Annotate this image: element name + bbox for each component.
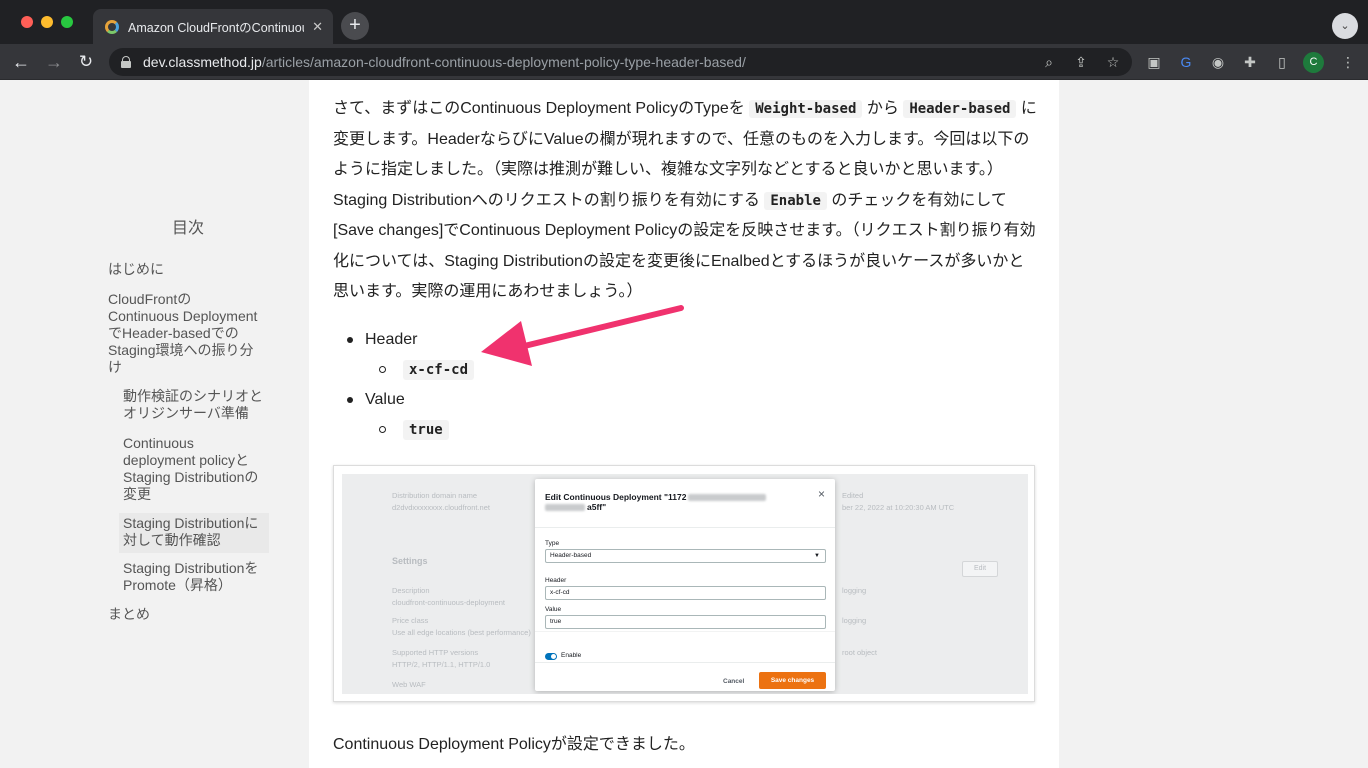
code-value-value: true: [403, 420, 449, 440]
toc-item-verify-active[interactable]: Staging Distributionに対して動作確認: [119, 513, 269, 553]
type-select[interactable]: Header-based ▼: [545, 549, 826, 563]
bg-text: logging: [842, 616, 867, 625]
after-text: Continuous Deployment Policyが設定できました。: [333, 736, 695, 753]
header-label: Header: [545, 577, 567, 584]
inline-code-weight-based: Weight-based: [749, 100, 863, 118]
bg-text: Supported HTTP versions: [392, 648, 479, 657]
enable-toggle[interactable]: [545, 653, 557, 660]
bullet-circle: [379, 366, 386, 373]
browser-tab[interactable]: Amazon CloudFrontのContinuous ✕: [93, 9, 333, 44]
url-path: /articles/amazon-cloudfront-continuous-d…: [261, 54, 746, 70]
bg-text: Edited: [842, 491, 864, 500]
zoom-icon[interactable]: ⌕: [1039, 52, 1059, 72]
new-tab-button[interactable]: +: [341, 12, 369, 40]
type-select-value: Header-based: [550, 552, 592, 559]
modal-divider: [535, 631, 835, 632]
toc-item-intro[interactable]: はじめに: [108, 261, 268, 278]
bg-text: Settings: [392, 556, 428, 566]
bg-text: root object: [842, 648, 878, 657]
profile-avatar[interactable]: C: [1303, 52, 1324, 73]
toc-item-header-based[interactable]: CloudFrontのContinuous DeploymentでHeader-…: [108, 291, 260, 376]
tab-search-button[interactable]: ⌄: [1332, 13, 1358, 39]
bookmark-star-icon[interactable]: ☆: [1103, 52, 1123, 72]
browser-toolbar: ← → ↻ dev.classmethod.jp/articles/amazon…: [0, 44, 1368, 80]
url-text[interactable]: dev.classmethod.jp/articles/amazon-cloud…: [143, 54, 746, 70]
lock-icon[interactable]: [121, 56, 131, 68]
bg-text: cloudfront-continuous-deployment: [392, 598, 505, 607]
site-favicon-icon: [105, 19, 119, 34]
paragraph-text-2: から: [866, 100, 899, 117]
puzzle-icon[interactable]: ✚: [1240, 52, 1260, 72]
modal-divider: [535, 662, 835, 663]
modal-divider: [535, 527, 835, 528]
bg-text: Use all edge locations (best performance…: [392, 628, 531, 637]
bg-text: ber 22, 2022 at 10:20:30 AM UTC: [842, 503, 955, 512]
toc-item-scenario[interactable]: 動作検証のシナリオとオリジンサーバ準備: [123, 388, 263, 422]
value-label: Value: [545, 606, 562, 613]
share-icon[interactable]: ⇪: [1071, 52, 1091, 72]
bg-text: Web WAF: [392, 680, 426, 689]
modal-title-suffix: a5ff": [587, 502, 607, 512]
translate-icon[interactable]: G: [1176, 52, 1196, 72]
redacted-id: [688, 494, 767, 502]
bg-text: Price class: [392, 616, 429, 625]
tab-bar: Amazon CloudFrontのContinuous ✕ + ⌄: [0, 0, 1368, 44]
password-icon[interactable]: ◉: [1208, 52, 1228, 72]
bullet-dot: [347, 397, 353, 403]
bg-text: d2dvdxxxxxxxx.cloudfront.net: [392, 503, 490, 512]
close-tab-icon[interactable]: ✕: [312, 19, 323, 35]
cancel-button[interactable]: Cancel: [723, 678, 744, 685]
enable-label: Enable: [561, 652, 582, 659]
toc-title: 目次: [172, 220, 205, 237]
bg-edit-button: Edit: [962, 561, 998, 577]
save-changes-button[interactable]: Save changes: [759, 672, 826, 689]
list-item-value: Value: [365, 391, 405, 408]
reload-icon[interactable]: ↻: [74, 50, 98, 74]
edit-deployment-modal: Edit Continuous Deployment "1172 a5ff" × …: [535, 479, 835, 691]
screenshot-figure: Distribution domain name d2dvdxxxxxxxx.c…: [333, 465, 1035, 702]
chevron-down-icon: ▼: [814, 553, 820, 559]
modal-close-icon[interactable]: ×: [818, 487, 825, 501]
bg-text: HTTP/2, HTTP/1.1, HTTP/1.0: [392, 660, 491, 669]
bg-text: Distribution domain name: [392, 491, 478, 500]
toc-item-policy-change[interactable]: Continuous deployment policyとStaging Dis…: [123, 435, 263, 503]
article-paragraph: さて、まずはこのContinuous Deployment PolicyのTyp…: [333, 94, 1037, 308]
inline-code-enable: Enable: [764, 191, 827, 210]
bullet-circle: [379, 426, 386, 433]
toc-item-promote[interactable]: Staging DistributionをPromote（昇格）: [123, 560, 263, 594]
toc-item-summary[interactable]: まとめ: [108, 606, 268, 623]
inline-code-header-based: Header-based: [903, 100, 1017, 118]
back-arrow-icon[interactable]: ←: [9, 50, 33, 74]
bg-text: Description: [392, 586, 430, 595]
list-item-header: Header: [365, 331, 418, 348]
address-bar[interactable]: dev.classmethod.jp/articles/amazon-cloud…: [109, 48, 1132, 76]
extension-icon[interactable]: ▣: [1144, 52, 1164, 72]
forward-arrow-icon[interactable]: →: [42, 50, 66, 74]
tab-title: Amazon CloudFrontのContinuous: [128, 21, 305, 35]
paragraph-text-1: さて、まずはこのContinuous Deployment PolicyのTyp…: [333, 100, 745, 117]
header-input[interactable]: x-cf-cd: [545, 586, 826, 600]
console-background: Distribution domain name d2dvdxxxxxxxx.c…: [342, 474, 1028, 694]
sidebar-icon[interactable]: ▯: [1272, 52, 1292, 72]
modal-title-prefix: Edit Continuous Deployment "1172: [545, 492, 687, 502]
type-label: Type: [545, 540, 560, 547]
value-input[interactable]: true: [545, 615, 826, 629]
bg-text: logging: [842, 586, 867, 595]
code-header-value: x-cf-cd: [403, 360, 475, 380]
kebab-menu-icon[interactable]: ⋮: [1338, 52, 1358, 72]
minimize-window-button[interactable]: [41, 16, 53, 28]
maximize-window-button[interactable]: [61, 16, 73, 28]
url-host: dev.classmethod.jp: [143, 54, 262, 70]
redacted-id: [545, 504, 585, 512]
bullet-dot: [347, 337, 353, 343]
modal-title: Edit Continuous Deployment "1172 a5ff": [545, 492, 767, 512]
close-window-button[interactable]: [21, 16, 33, 28]
